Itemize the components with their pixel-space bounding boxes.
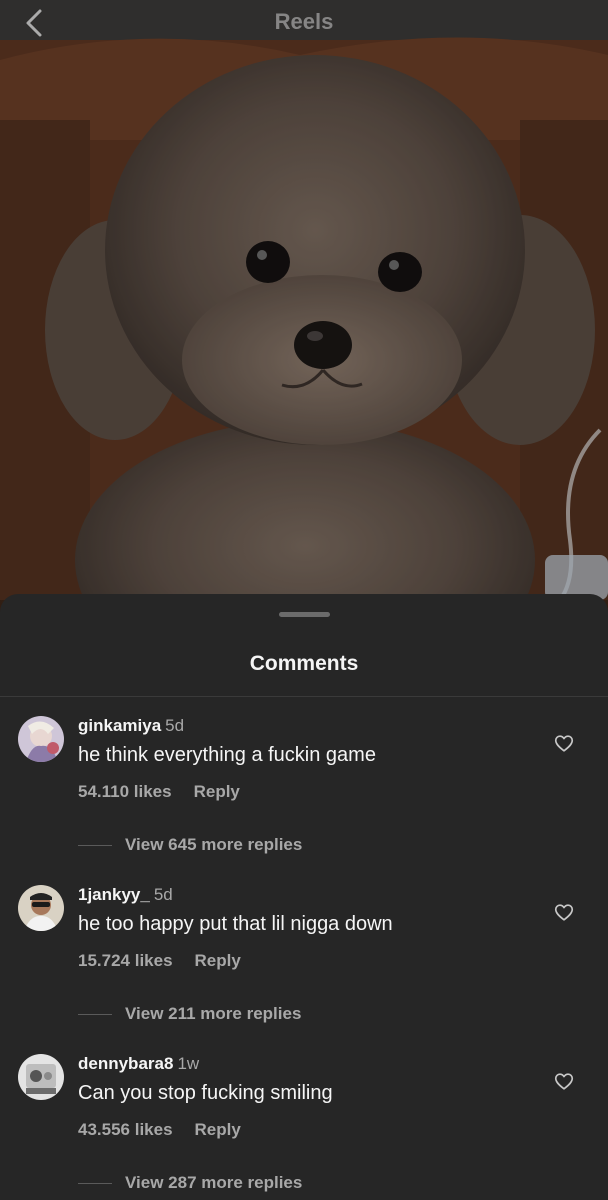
replies-divider-line xyxy=(78,1013,112,1015)
reel-video[interactable]: Reels xyxy=(0,0,608,620)
reply-button[interactable]: Reply xyxy=(194,782,240,801)
view-replies-button[interactable]: View 211 more replies xyxy=(78,1003,301,1025)
reels-comments-screen: Reels Comments ginkamiya 5d he think ever… xyxy=(0,0,608,1200)
reply-button[interactable]: Reply xyxy=(195,1120,241,1139)
avatar[interactable] xyxy=(18,1054,64,1100)
comment-username[interactable]: 1jankyy_ xyxy=(78,885,150,904)
view-replies-label: View 287 more replies xyxy=(125,1173,303,1192)
comment-likes-count[interactable]: 15.724 likes xyxy=(78,951,173,970)
view-replies-button[interactable]: View 287 more replies xyxy=(78,1172,302,1194)
comment-text: he too happy put that lil nigga down xyxy=(78,913,393,935)
comment-likes-count[interactable]: 54.110 likes xyxy=(78,782,172,801)
user-avatar-image xyxy=(18,716,64,762)
comment-header: ginkamiya 5d xyxy=(78,716,184,736)
comment-header: dennybara8 1w xyxy=(78,1054,199,1074)
comment-likes-count[interactable]: 43.556 likes xyxy=(78,1120,173,1139)
replies-divider-line xyxy=(78,1182,112,1184)
comment-timestamp: 1w xyxy=(177,1054,200,1073)
comments-title: Comments xyxy=(249,652,359,675)
view-replies-label: View 645 more replies xyxy=(125,835,303,854)
comment-item: dennybara8 1w Can you stop fucking smilin… xyxy=(0,1054,608,1200)
comment-username[interactable]: dennybara8 xyxy=(78,1054,173,1073)
replies-divider-line xyxy=(78,844,112,846)
avatar[interactable] xyxy=(18,885,64,931)
comment-username[interactable]: ginkamiya xyxy=(78,716,161,735)
avatar[interactable] xyxy=(18,716,64,762)
comments-sheet: Comments ginkamiya 5d he think everything… xyxy=(0,594,608,1200)
comment-meta: 15.724 likes Reply xyxy=(78,951,241,971)
comment-text: he think everything a fuckin game xyxy=(78,744,376,766)
comment-meta: 43.556 likes Reply xyxy=(78,1120,241,1140)
comment-timestamp: 5d xyxy=(153,885,173,904)
heart-outline-icon[interactable] xyxy=(553,901,575,923)
heart-outline-icon[interactable] xyxy=(553,1070,575,1092)
view-replies-label: View 211 more replies xyxy=(125,1004,302,1023)
comment-header: 1jankyy_ 5d xyxy=(78,885,173,905)
user-avatar-image xyxy=(18,1054,64,1100)
comment-item: 1jankyy_ 5d he too happy put that lil nig… xyxy=(0,885,608,1054)
view-replies-button[interactable]: View 645 more replies xyxy=(78,834,302,856)
page-title: Reels xyxy=(274,9,334,34)
comment-item: ginkamiya 5d he think everything a fuckin… xyxy=(0,716,608,885)
sheet-drag-handle[interactable] xyxy=(279,612,330,617)
reply-button[interactable]: Reply xyxy=(195,951,241,970)
comment-meta: 54.110 likes Reply xyxy=(78,782,240,802)
divider xyxy=(0,696,608,697)
heart-outline-icon[interactable] xyxy=(553,732,575,754)
comment-timestamp: 5d xyxy=(165,716,185,735)
comment-text: Can you stop fucking smiling xyxy=(78,1082,333,1104)
video-dim-overlay xyxy=(0,0,608,620)
top-bar: Reels xyxy=(0,0,608,44)
user-avatar-image xyxy=(18,885,64,931)
